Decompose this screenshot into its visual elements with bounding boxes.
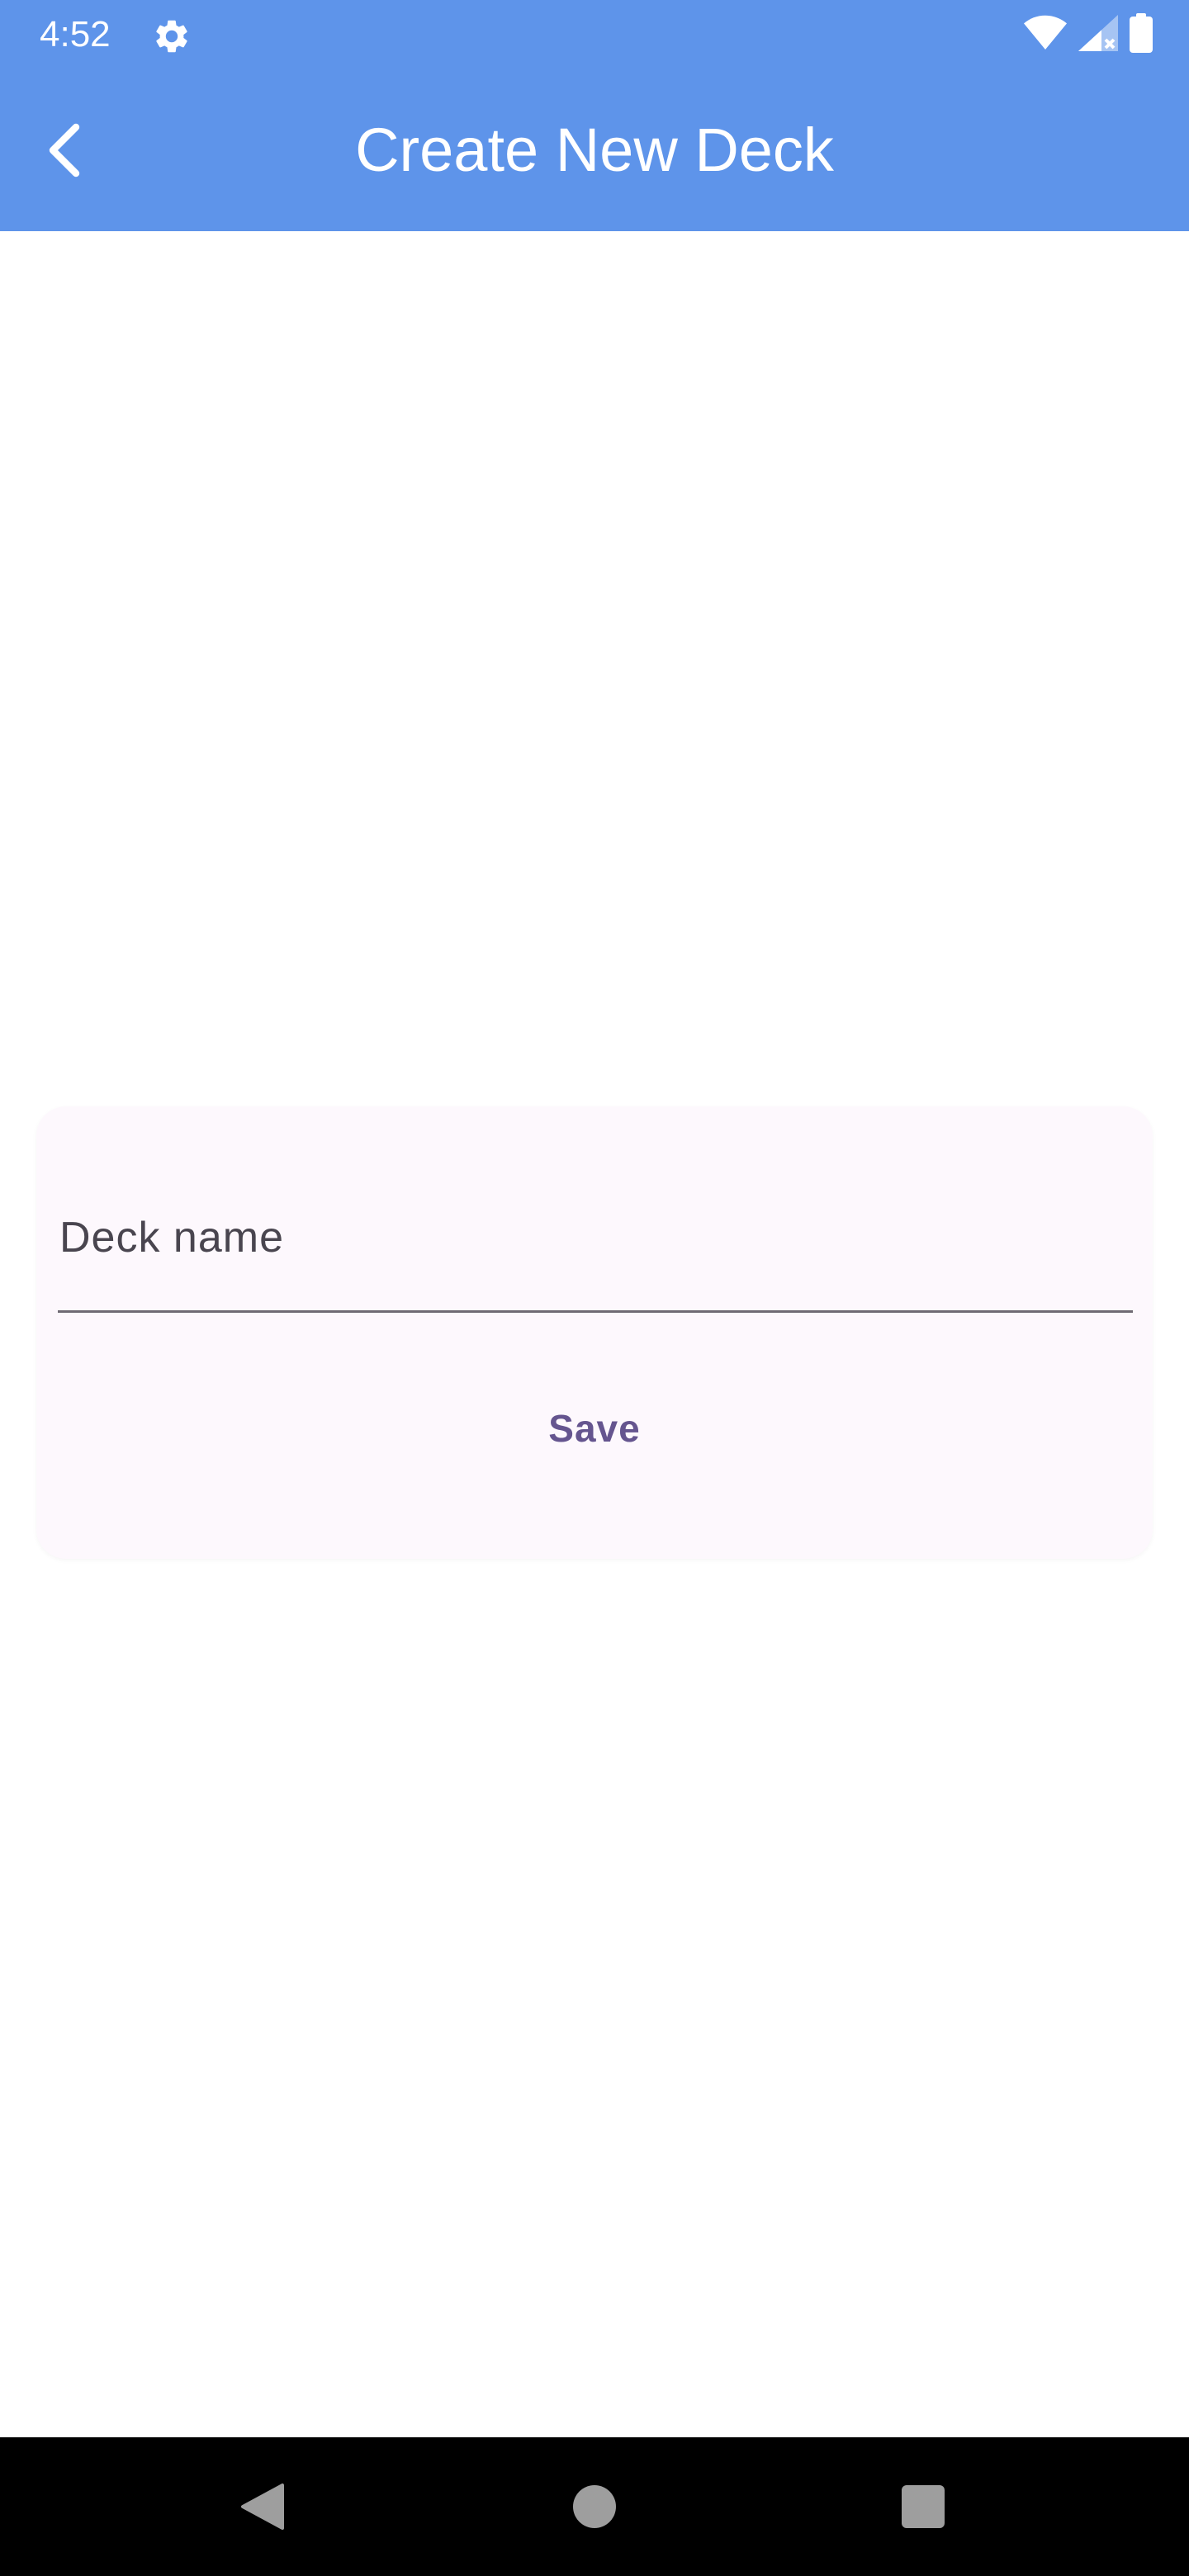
battery-icon — [1130, 12, 1153, 57]
wifi-icon — [1024, 15, 1067, 55]
signal-icon — [1078, 14, 1118, 55]
deck-name-input[interactable] — [58, 1164, 1133, 1310]
recents-square-icon — [902, 2485, 945, 2528]
back-triangle-icon — [241, 2484, 284, 2530]
home-circle-icon — [573, 2485, 616, 2528]
gear-icon — [152, 17, 192, 56]
chevron-left-icon — [49, 123, 80, 178]
status-bar: 4:52 — [0, 0, 1189, 69]
nav-home-button[interactable] — [561, 2474, 628, 2540]
save-button[interactable]: Save — [471, 1379, 718, 1478]
status-icons — [1024, 12, 1153, 57]
screen: 4:52 Create New Deck Deck name Save — [0, 0, 1189, 2576]
page-title: Create New Deck — [355, 116, 834, 184]
navigation-bar — [0, 2437, 1189, 2576]
deck-form-card: Save — [36, 1106, 1153, 1559]
nav-back-button[interactable] — [230, 2474, 296, 2540]
status-time: 4:52 — [40, 14, 111, 54]
deck-name-field-wrapper — [58, 1164, 1133, 1313]
nav-recents-button[interactable] — [890, 2474, 956, 2540]
app-bar: Create New Deck — [0, 69, 1189, 231]
back-button[interactable] — [30, 111, 99, 190]
